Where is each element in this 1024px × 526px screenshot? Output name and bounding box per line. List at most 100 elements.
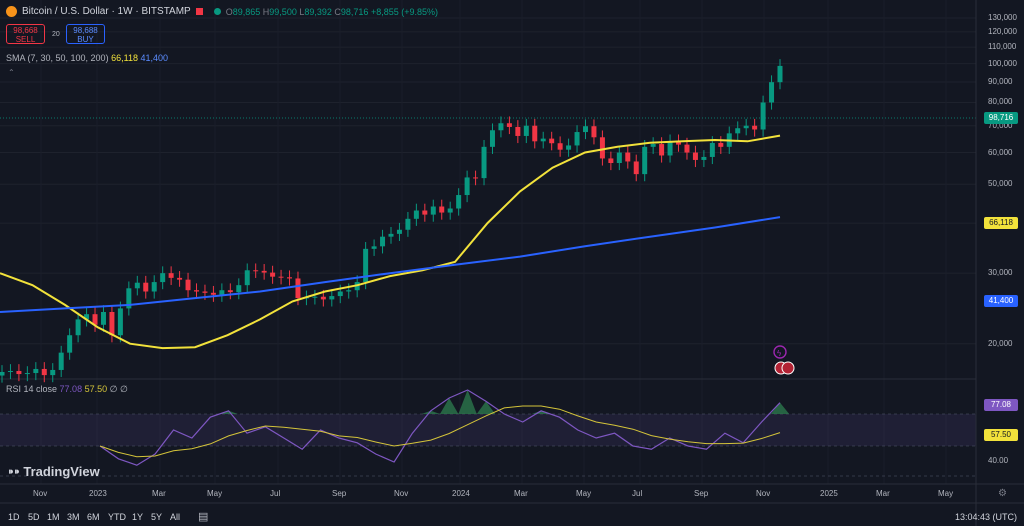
last-price-tag: 98,716 — [984, 112, 1018, 124]
candle-body — [540, 138, 546, 142]
timeframe-1d[interactable]: 1D — [8, 512, 20, 522]
time-tick: Nov — [33, 489, 48, 498]
time-tick: Jul — [270, 489, 281, 498]
candle-body — [337, 291, 343, 297]
price-tick: 120,000 — [988, 26, 1017, 36]
bitcoin-icon — [6, 6, 17, 17]
timeframe-1y[interactable]: 1Y — [132, 512, 143, 522]
price-tick: 100,000 — [988, 58, 1017, 68]
date-range-icon[interactable]: ▤ — [198, 510, 208, 523]
price-tick: 90,000 — [988, 76, 1013, 86]
candle-body — [143, 282, 149, 292]
candle-body — [752, 125, 758, 130]
candle-body — [109, 311, 115, 336]
timeframe-5d[interactable]: 5D — [28, 512, 40, 522]
price-tick: 60,000 — [988, 147, 1013, 157]
timeframe-3m[interactable]: 3M — [67, 512, 80, 522]
price-tick: 130,000 — [988, 13, 1017, 22]
candle-body — [743, 125, 749, 129]
candle-body — [388, 233, 394, 237]
timeframe-all[interactable]: All — [170, 512, 180, 522]
timeframe-5y[interactable]: 5Y — [151, 512, 162, 522]
price-tick: 20,000 — [988, 338, 1013, 348]
candle-body — [295, 278, 301, 299]
timeframe-6m[interactable]: 6M — [87, 512, 100, 522]
time-tick: 2023 — [89, 489, 107, 498]
sma-yellow-tag: 66,118 — [984, 217, 1018, 229]
candle-body — [16, 370, 22, 375]
rsi-ma-tag: 57.50 — [984, 429, 1018, 441]
candle-body — [75, 319, 81, 336]
sma-blue-line — [0, 216, 781, 313]
candle-body — [583, 126, 588, 133]
timeframe-1m[interactable]: 1M — [47, 512, 60, 522]
rsi-legend[interactable]: RSI 14 close 77.08 57.50 ∅ ∅ — [6, 384, 128, 395]
candle-body — [566, 145, 572, 150]
collapse-legend-icon[interactable]: ⌃ — [8, 68, 15, 77]
candle-body — [506, 123, 512, 127]
clock[interactable]: 13:04:43 (UTC) — [955, 512, 1017, 522]
candle-body — [769, 82, 775, 103]
time-tick: Sep — [694, 489, 709, 498]
time-tick: May — [576, 489, 592, 498]
price-chart[interactable]: ϟ — [0, 0, 1024, 526]
us-flag-icon-2[interactable] — [781, 361, 795, 375]
candle-body — [100, 311, 106, 325]
sell-button[interactable]: 98,668 SELL — [6, 24, 45, 44]
time-tick: Nov — [756, 489, 771, 498]
symbol-title[interactable]: Bitcoin / U.S. Dollar · 1W · BITSTAMP — [22, 6, 191, 17]
candle-body — [515, 126, 521, 136]
sma-yellow-line — [0, 134, 781, 350]
tradingview-logo[interactable]: ⁍⁍ TradingView — [8, 464, 100, 479]
candle-body — [489, 130, 495, 147]
candle-body — [616, 152, 622, 164]
time-tick: Nov — [394, 489, 409, 498]
candle-body — [253, 270, 259, 272]
sma-legend[interactable]: SMA (7, 30, 50, 100, 200) 66,118 41,400 — [6, 53, 168, 63]
buy-button[interactable]: 98,688 BUY — [66, 24, 105, 44]
candle-body — [380, 236, 386, 247]
candle-body — [777, 65, 783, 83]
price-tick: 30,000 — [988, 268, 1013, 278]
candle-body — [329, 296, 335, 300]
settings-gear-icon[interactable]: ⚙ — [998, 488, 1007, 499]
time-tick: Mar — [152, 489, 166, 498]
rsi-band — [0, 414, 976, 446]
price-tick: 110,000 — [988, 42, 1017, 52]
candle-body — [608, 158, 614, 164]
sma-blue-tag: 41,400 — [984, 295, 1018, 307]
candle-body — [642, 146, 648, 175]
timeframe-ytd[interactable]: YTD — [108, 512, 126, 522]
flag-icon[interactable] — [195, 8, 203, 15]
candle-body — [549, 138, 555, 144]
time-tick: May — [938, 489, 954, 498]
candle-body — [430, 206, 436, 215]
candle-body — [244, 270, 250, 286]
candle-body — [320, 296, 326, 300]
candle-body — [41, 368, 47, 376]
spread-value: 20 — [52, 31, 60, 38]
candle-body — [58, 352, 64, 370]
time-tick: 2025 — [820, 489, 838, 498]
candle-body — [50, 369, 56, 376]
candle-body — [709, 142, 715, 157]
candle-body — [557, 143, 563, 150]
candle-body — [24, 373, 30, 375]
candle-body — [473, 177, 479, 179]
candle-body — [160, 273, 166, 283]
candle-body — [278, 276, 284, 278]
symbol-header: Bitcoin / U.S. Dollar · 1W · BITSTAMP O8… — [6, 6, 438, 17]
candle-body — [684, 144, 690, 153]
candle-body — [659, 144, 665, 156]
candle-body — [7, 370, 13, 372]
lightning-glyph: ϟ — [777, 349, 782, 358]
time-tick: 2024 — [452, 489, 470, 498]
candle-body — [650, 144, 656, 147]
candle-body — [633, 161, 639, 175]
time-tick: May — [207, 489, 223, 498]
candle-body — [185, 279, 191, 291]
candle-body — [371, 246, 377, 249]
time-tick: Mar — [876, 489, 890, 498]
candle-body — [735, 128, 741, 134]
candle-body — [177, 277, 183, 280]
